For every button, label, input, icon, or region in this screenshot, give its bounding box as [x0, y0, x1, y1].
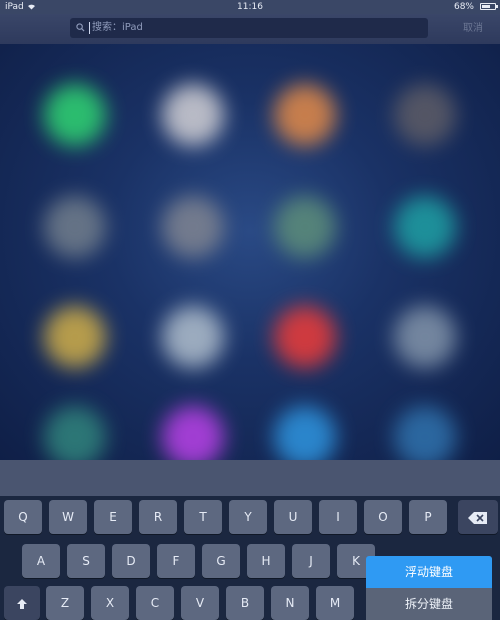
key-u[interactable]: U — [274, 500, 312, 534]
app-icon — [274, 306, 336, 368]
key-a[interactable]: A — [22, 544, 60, 578]
key-z[interactable]: Z — [46, 586, 84, 620]
cancel-button[interactable]: 取消 — [463, 19, 483, 34]
app-icon — [162, 306, 224, 368]
key-e[interactable]: E — [94, 500, 132, 534]
app-icon — [274, 196, 336, 258]
shift-key[interactable] — [4, 586, 40, 620]
app-icon — [394, 406, 456, 460]
search-placeholder: 搜索：iPad — [92, 22, 143, 33]
status-bar: iPad 11:16 68% — [0, 0, 500, 14]
app-icon — [394, 306, 456, 368]
key-c[interactable]: C — [136, 586, 174, 620]
key-s[interactable]: S — [67, 544, 105, 578]
battery-fill — [482, 5, 491, 8]
app-icon — [44, 406, 106, 460]
key-r[interactable]: R — [139, 500, 177, 534]
key-i[interactable]: I — [319, 500, 357, 534]
search-input[interactable]: 搜索：iPad — [70, 18, 428, 38]
app-icon — [394, 196, 456, 258]
key-w[interactable]: W — [49, 500, 87, 534]
key-f[interactable]: F — [157, 544, 195, 578]
key-n[interactable]: N — [271, 586, 309, 620]
home-screen-blurred — [0, 44, 500, 460]
key-t[interactable]: T — [184, 500, 222, 534]
keyboard-top-bar — [0, 460, 500, 496]
app-icon — [274, 84, 336, 146]
backspace-icon — [468, 511, 487, 524]
battery-percentage: 68% — [453, 2, 474, 12]
status-time: 11:16 — [237, 2, 263, 12]
key-j[interactable]: J — [292, 544, 330, 578]
key-b[interactable]: B — [226, 586, 264, 620]
app-icon — [162, 406, 224, 460]
backspace-key[interactable] — [458, 500, 498, 534]
app-icon — [44, 306, 106, 368]
shift-icon — [17, 598, 27, 609]
key-v[interactable]: V — [181, 586, 219, 620]
key-d[interactable]: D — [112, 544, 150, 578]
search-icon — [76, 18, 85, 38]
key-x[interactable]: X — [91, 586, 129, 620]
app-icon — [274, 406, 336, 460]
app-icon — [162, 196, 224, 258]
split-keyboard-option[interactable]: 拆分键盘 — [366, 588, 492, 620]
text-caret — [89, 22, 90, 34]
key-g[interactable]: G — [202, 544, 240, 578]
app-icon — [44, 196, 106, 258]
key-y[interactable]: Y — [229, 500, 267, 534]
search-header: 搜索：iPad 取消 — [0, 14, 500, 44]
app-icon — [44, 84, 106, 146]
floating-keyboard-option[interactable]: 浮动键盘 — [366, 556, 492, 588]
key-m[interactable]: M — [316, 586, 354, 620]
keyboard-options-menu: 浮动键盘 拆分键盘 — [366, 556, 492, 620]
key-o[interactable]: O — [364, 500, 402, 534]
app-icon — [162, 84, 224, 146]
key-p[interactable]: P — [409, 500, 447, 534]
battery-icon — [480, 3, 498, 10]
key-h[interactable]: H — [247, 544, 285, 578]
key-q[interactable]: Q — [4, 500, 42, 534]
app-icon — [394, 84, 456, 146]
